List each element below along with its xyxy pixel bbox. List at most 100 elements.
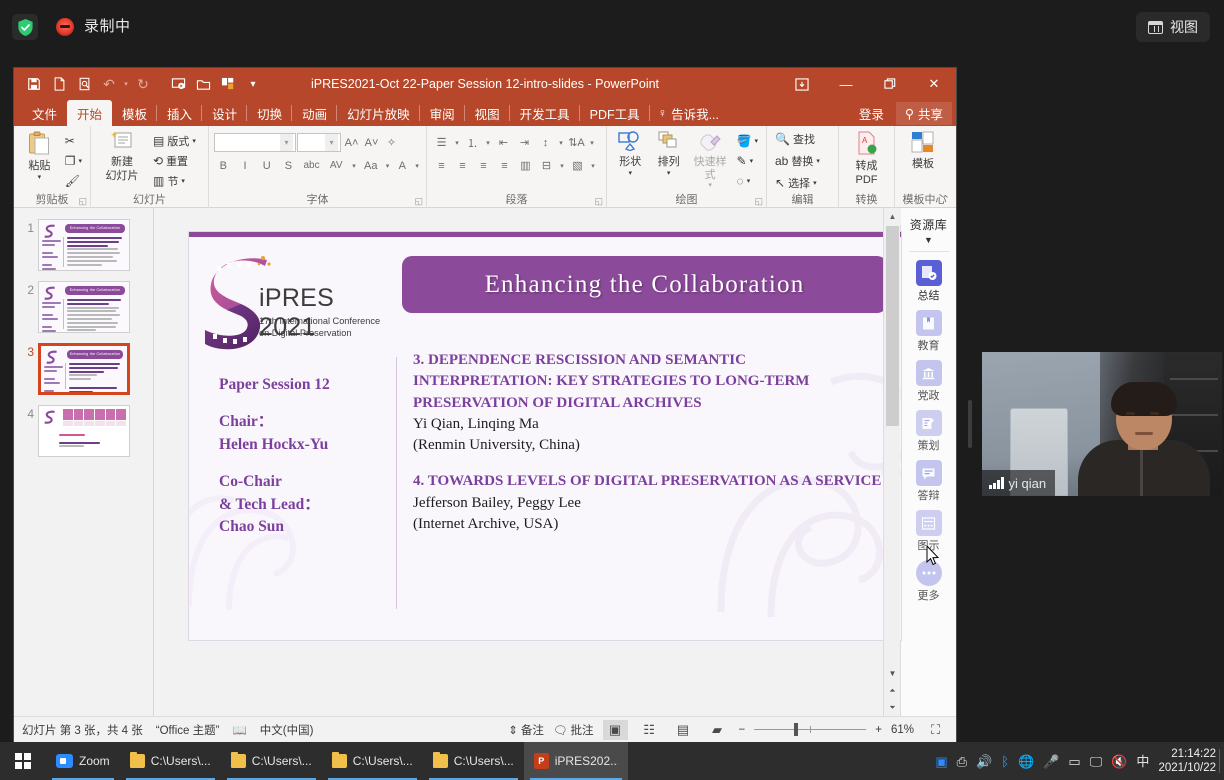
- smartart-dropdown-icon[interactable]: ▾: [589, 156, 597, 175]
- slide-title-banner[interactable]: Enhancing the Collaboration: [402, 256, 887, 313]
- tab-pdf-tools[interactable]: PDF工具: [580, 100, 650, 126]
- align-right-button[interactable]: ≡: [474, 156, 493, 175]
- volume-muted-icon[interactable]: 🔇: [1111, 755, 1127, 768]
- scroll-down-icon[interactable]: ▼: [884, 665, 901, 682]
- cut-button[interactable]: ✂: [62, 131, 85, 150]
- tab-insert[interactable]: 插入: [157, 100, 203, 126]
- shape-outline-dropdown-icon[interactable]: ▾: [750, 157, 754, 165]
- previous-slide-button[interactable]: ⏶: [884, 682, 901, 699]
- video-drag-handle[interactable]: [968, 400, 972, 448]
- normal-view-button[interactable]: ▣: [602, 719, 628, 740]
- tab-design[interactable]: 设计: [202, 100, 248, 126]
- tab-transitions[interactable]: 切换: [247, 100, 293, 126]
- chevron-down-icon[interactable]: ▼: [924, 235, 933, 245]
- select-dropdown-icon[interactable]: ▾: [813, 179, 817, 187]
- thumbnail-slide-2[interactable]: 2 Enhancing the Collaboration: [14, 276, 153, 338]
- language-label[interactable]: 中文(中国): [260, 722, 314, 738]
- collapse-ribbon-button[interactable]: ⌃: [941, 193, 950, 206]
- bullets-button[interactable]: ☰: [432, 133, 451, 152]
- restore-button[interactable]: [868, 68, 912, 100]
- zoom-in-button[interactable]: +: [875, 724, 882, 736]
- resource-item-government[interactable]: 党政: [915, 360, 942, 403]
- paragraph-dialog-launcher[interactable]: ◱: [594, 196, 603, 207]
- justify-button[interactable]: ≡: [495, 156, 514, 175]
- slide-editing-pane[interactable]: iPRES 2021 17th International Conference…: [154, 208, 940, 716]
- zoom-slider-knob[interactable]: [794, 723, 799, 736]
- thumbnail-slide-3[interactable]: 3 Enhancing the Collaboration: [14, 338, 153, 400]
- scroll-up-icon[interactable]: ▲: [884, 208, 901, 225]
- current-slide[interactable]: iPRES 2021 17th International Conference…: [189, 232, 901, 640]
- convert-to-pdf-button[interactable]: A 转成 PDF: [844, 129, 889, 192]
- decrease-indent-button[interactable]: ⇤: [494, 133, 513, 152]
- quick-styles-button[interactable]: 快速样式 ▾: [689, 129, 732, 192]
- resource-item-education[interactable]: 教育: [915, 310, 942, 353]
- align-text-button[interactable]: ⊟: [537, 156, 556, 175]
- copy-dropdown-icon[interactable]: ▾: [78, 157, 82, 165]
- ribbon-display-options-button[interactable]: [780, 68, 824, 100]
- slide-vertical-scrollbar[interactable]: ▲ ▼ ⏶ ⏷: [883, 208, 901, 716]
- reading-view-button[interactable]: ▤: [671, 720, 696, 740]
- thumbnail-slide-4[interactable]: 4: [14, 400, 153, 462]
- section-button[interactable]: ▥ 节 ▾: [150, 171, 199, 190]
- shape-fill-button[interactable]: 🪣 ▾: [734, 131, 761, 150]
- volume-alert-icon[interactable]: 🔊: [976, 755, 992, 768]
- tab-slideshow[interactable]: 幻灯片放映: [337, 100, 420, 126]
- tab-home[interactable]: 开始: [67, 100, 113, 126]
- align-center-button[interactable]: ≡: [453, 156, 472, 175]
- slide-thumbnail-pane[interactable]: 1 Enhancing the Collaboration 2 Enhancin…: [14, 208, 154, 716]
- font-dialog-launcher[interactable]: ◱: [414, 196, 423, 207]
- paste-dropdown-icon[interactable]: ▾: [38, 174, 42, 182]
- tab-template[interactable]: 模板: [112, 100, 158, 126]
- align-left-button[interactable]: ≡: [432, 156, 451, 175]
- arrange-button[interactable]: 排列 ▾: [650, 129, 686, 192]
- resource-library-panel[interactable]: 资源库 ▼ 总结 教育 党政 策划 答辩 图示 更多: [900, 208, 956, 716]
- font-name-input[interactable]: ▾: [214, 133, 296, 152]
- quick-styles-dropdown-icon[interactable]: ▾: [708, 182, 712, 190]
- text-shadow-button[interactable]: S: [279, 156, 298, 175]
- notes-button[interactable]: ⇕ 备注: [508, 722, 544, 738]
- italic-button[interactable]: I: [236, 156, 255, 175]
- character-spacing-button[interactable]: AV: [325, 156, 347, 175]
- change-case-button[interactable]: Aa: [361, 156, 381, 175]
- font-size-dropdown-icon[interactable]: ▾: [325, 134, 338, 151]
- zoom-level-label[interactable]: 61%: [891, 724, 914, 736]
- clipboard-dialog-launcher[interactable]: ◱: [78, 196, 87, 207]
- paste-button[interactable]: 粘贴 ▾: [19, 129, 60, 192]
- select-button[interactable]: ↖ 选择 ▾: [772, 173, 823, 192]
- format-painter-button[interactable]: 🖌: [62, 171, 85, 190]
- slideshow-button[interactable]: ▰: [705, 720, 730, 740]
- zoom-tray-icon[interactable]: ▣: [935, 755, 947, 768]
- record-stop-icon[interactable]: [56, 18, 74, 36]
- line-spacing-dropdown-icon[interactable]: ▾: [557, 133, 565, 152]
- shape-fill-dropdown-icon[interactable]: ▾: [755, 137, 759, 145]
- find-button[interactable]: 🔍 查找: [772, 129, 823, 148]
- columns-button[interactable]: ▥: [516, 156, 535, 175]
- reset-button[interactable]: ⟲ 重置: [150, 151, 199, 170]
- slide-sorter-button[interactable]: ☷: [637, 720, 662, 740]
- network-globe-icon[interactable]: 🌐: [1018, 755, 1034, 768]
- strikethrough-button[interactable]: abc: [301, 156, 323, 175]
- decrease-font-size-button[interactable]: A˅: [362, 133, 381, 152]
- template-button[interactable]: 模板: [900, 129, 946, 192]
- copy-button[interactable]: ❐ ▾: [62, 151, 85, 170]
- share-button[interactable]: ⚲ 共享: [895, 101, 952, 125]
- convert-smartart-button[interactable]: ▧: [568, 156, 587, 175]
- tab-file[interactable]: 文件: [22, 100, 67, 126]
- resource-item-summary[interactable]: 总结: [915, 260, 942, 303]
- increase-indent-button[interactable]: ⇥: [515, 133, 534, 152]
- ime-chinese-icon[interactable]: 中: [1136, 755, 1149, 768]
- numbering-button[interactable]: ⒈: [463, 133, 482, 152]
- display-icon[interactable]: 🖵: [1090, 755, 1103, 768]
- shapes-button[interactable]: 形状 ▾: [612, 129, 648, 192]
- view-button[interactable]: 视图: [1136, 12, 1210, 42]
- bluetooth-icon[interactable]: ᛒ: [1001, 755, 1009, 768]
- new-slide-button[interactable]: 新建 幻灯片: [96, 129, 148, 192]
- slide-right-column[interactable]: 3. DEPENDENCE RESCISSION AND SEMANTIC IN…: [413, 350, 889, 535]
- taskbar-app-folder-3[interactable]: C:\Users\...: [322, 742, 423, 780]
- text-direction-dropdown-icon[interactable]: ▾: [588, 133, 596, 152]
- change-case-dropdown-icon[interactable]: ▾: [384, 156, 392, 175]
- shape-effects-dropdown-icon[interactable]: ▾: [747, 177, 751, 185]
- layout-button[interactable]: ▤ 版式 ▾: [150, 131, 199, 150]
- font-name-dropdown-icon[interactable]: ▾: [280, 134, 293, 151]
- shapes-dropdown-icon[interactable]: ▾: [628, 170, 632, 178]
